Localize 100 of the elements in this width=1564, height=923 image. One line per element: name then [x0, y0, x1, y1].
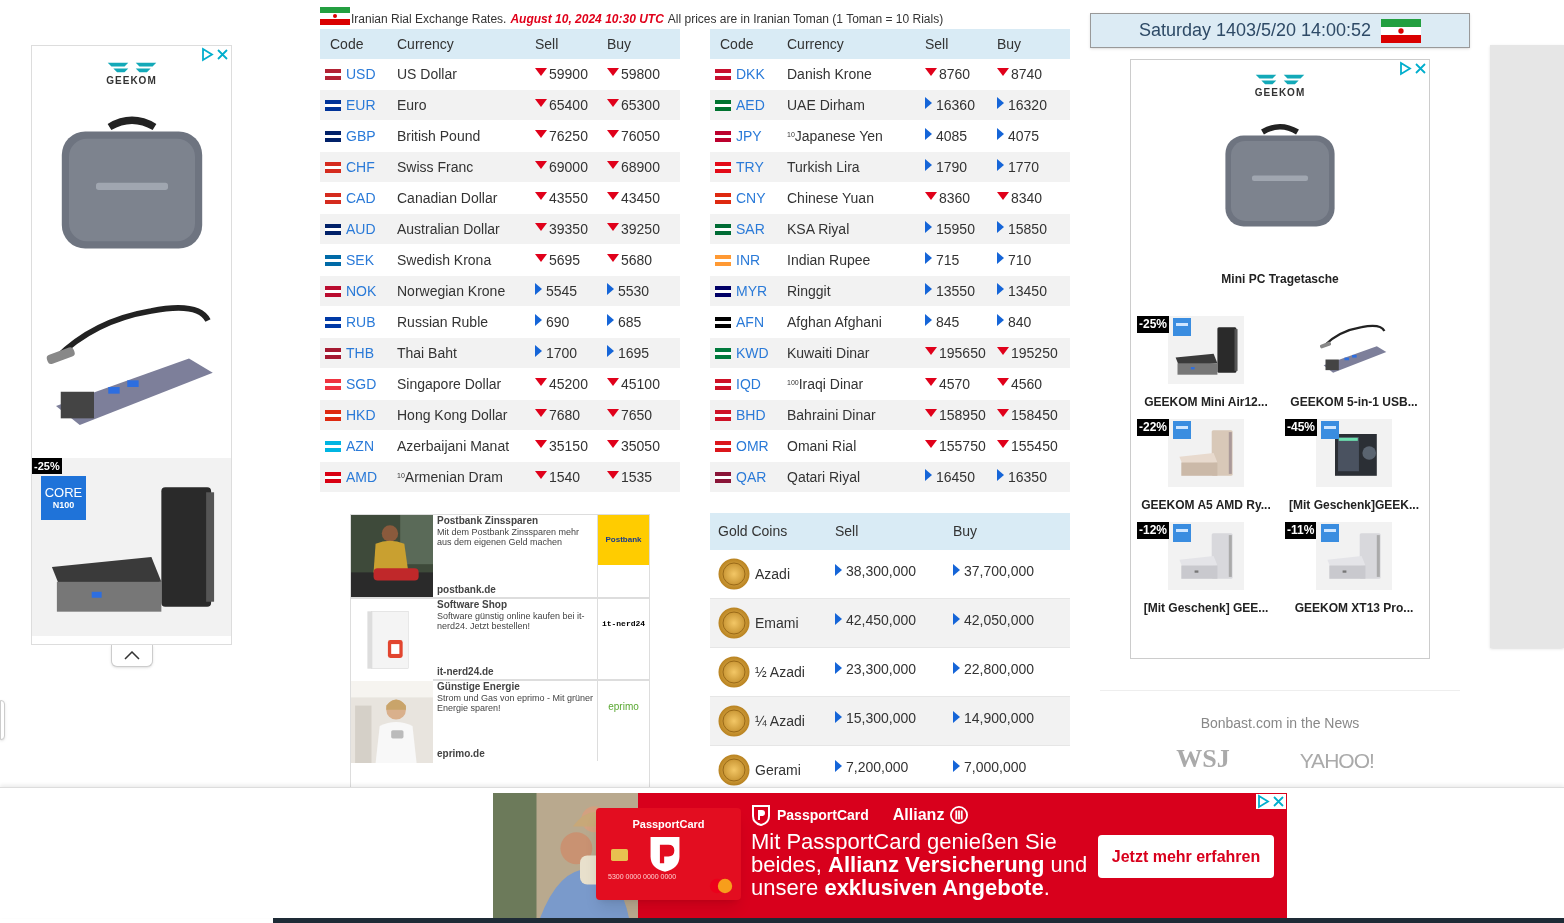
currency-code[interactable]: AED — [736, 94, 765, 116]
ad-card[interactable]: Postbank Zinssparen Mit dem Postbank Zinssparen mehr aus dem eigenen Geld machen postbank.de Postbank — [351, 515, 649, 597]
ad-banner[interactable]: GEEKOM -25% CORE N100 — [31, 45, 232, 645]
close-icon[interactable] — [1413, 61, 1428, 76]
price: 16320 — [1008, 95, 1047, 115]
close-icon[interactable] — [1271, 794, 1286, 809]
price: 715 — [936, 250, 960, 270]
price: 840 — [1008, 312, 1032, 332]
cta-button[interactable]: Jetzt mehr erfahren — [1098, 835, 1274, 878]
currency-code[interactable]: THB — [346, 342, 374, 364]
currency-code[interactable]: NOK — [346, 280, 377, 302]
price: 4075 — [1008, 126, 1040, 146]
price: 15850 — [1008, 219, 1047, 239]
price: 39250 — [621, 219, 660, 239]
currency-code[interactable]: HKD — [346, 404, 376, 426]
currency-name: US Dollar — [397, 64, 458, 84]
product-name[interactable]: GEEKOM XT13 Pro... — [1294, 599, 1414, 617]
ad-domain[interactable]: it-nerd24.de — [437, 666, 595, 679]
discount-badge: -22% — [1137, 419, 1169, 436]
adchoices-icon[interactable] — [200, 47, 215, 62]
currency-code[interactable]: CHF — [346, 156, 375, 178]
price: 158950 — [939, 405, 986, 425]
adchoices-icon[interactable] — [1256, 794, 1271, 809]
currency-code[interactable]: SAR — [736, 218, 765, 240]
price: 39350 — [549, 219, 588, 239]
currency-code[interactable]: BHD — [736, 404, 766, 426]
currency-code[interactable]: TRY — [736, 156, 764, 178]
currency-code[interactable]: IQD — [736, 373, 761, 395]
brand-logo: Allianz — [892, 805, 945, 825]
product-tile[interactable]: -25% GEEKOM Mini Air12... — [1135, 316, 1277, 411]
currency-code[interactable]: EUR — [346, 94, 376, 116]
product-name[interactable]: GEEKOM 5-in-1 USB... — [1290, 393, 1418, 411]
currency-code[interactable]: AZN — [346, 435, 374, 457]
ad-headline: Mit PassportCard genießen Sie beides, Allianz Versicherung und unsere exklusiven Angebote. — [751, 830, 1089, 899]
currency-code[interactable]: AFN — [736, 311, 764, 333]
currency-code[interactable]: CNY — [736, 187, 766, 209]
adchoices-icon[interactable] — [1398, 61, 1413, 76]
currency-code[interactable]: GBP — [346, 125, 376, 147]
column-header: Buy — [607, 34, 633, 54]
column-header: Sell — [535, 34, 560, 54]
currency-name: Euro — [397, 95, 428, 115]
price: 69000 — [549, 157, 588, 177]
discount-badge: -25% — [32, 458, 62, 474]
ad-domain[interactable]: eprimo.de — [437, 748, 595, 761]
product-tile[interactable]: -12% [Mit Geschenk] GEE... — [1135, 522, 1277, 617]
price: 16360 — [936, 95, 975, 115]
currency-name: Canadian Dollar — [397, 188, 499, 208]
currency-code[interactable]: JPY — [736, 125, 762, 147]
currency-code[interactable]: DKK — [736, 63, 765, 85]
product-name[interactable]: GEEKOM Mini Air12... — [1144, 393, 1268, 411]
price: 685 — [618, 312, 642, 332]
price: 35150 — [549, 436, 588, 456]
ad-card[interactable]: Günstige Energie Strom und Gas von eprimo - Mit grüner Energie sparen! eprimo.de eprimo — [351, 679, 649, 761]
currency-name: Qatari Riyal — [787, 467, 862, 487]
chip-model: N100 — [52, 500, 75, 510]
currency-name: Omani Rial — [787, 436, 858, 456]
close-icon[interactable] — [215, 47, 230, 62]
price: 5530 — [618, 281, 650, 301]
price: 76250 — [549, 126, 588, 146]
price: 68900 — [621, 157, 660, 177]
currency-code[interactable]: SEK — [346, 249, 374, 271]
currency-code[interactable]: USD — [346, 63, 376, 85]
currency-code[interactable]: INR — [736, 249, 761, 271]
product-tile[interactable]: -45% [Mit Geschenk]GEEK... — [1283, 419, 1425, 514]
currency-code[interactable]: CAD — [346, 187, 376, 209]
news-logo[interactable]: WSJ — [1176, 746, 1230, 772]
coin-name: Azadi — [755, 564, 791, 584]
ad-card[interactable]: Software Shop Software günstig online kaufen bei it-nerd24. Jetzt bestellen! it-nerd24.de it-nerd24 — [351, 597, 649, 679]
currency-code[interactable]: MYR — [736, 280, 768, 302]
price: 690 — [546, 312, 570, 332]
currency-code[interactable]: OMR — [736, 435, 769, 457]
chip-icon — [1321, 524, 1339, 542]
ad-domain[interactable]: postbank.de — [437, 584, 595, 597]
currency-code[interactable]: QAR — [736, 466, 767, 488]
currency-code[interactable]: SGD — [346, 373, 377, 395]
currency-code[interactable]: AUD — [346, 218, 376, 240]
column-header: Currency — [397, 34, 455, 54]
column-header: Currency — [787, 34, 845, 54]
product-tile[interactable]: -22% GEEKOM A5 AMD Ry... — [1135, 419, 1277, 514]
price: 5680 — [621, 250, 653, 270]
currency-name: Australian Dollar — [397, 219, 501, 239]
collapse-button[interactable] — [110, 645, 153, 667]
product-tile[interactable]: -11% GEEKOM XT13 Pro... — [1283, 522, 1425, 617]
side-tab[interactable] — [0, 700, 5, 740]
product-tile[interactable]: GEEKOM 5-in-1 USB... — [1283, 316, 1425, 411]
currency-name: $^{100}$Iraqi Dinar — [787, 374, 865, 394]
currency-name: Turkish Lira — [787, 157, 861, 177]
currency-code[interactable]: KWD — [736, 342, 769, 364]
product-name[interactable]: [Mit Geschenk]GEEK... — [1289, 496, 1419, 514]
product-name[interactable]: [Mit Geschenk] GEE... — [1143, 599, 1269, 617]
mastercard-icon — [709, 878, 733, 894]
price: 4570 — [939, 374, 971, 394]
shield-icon — [648, 834, 682, 874]
currency-code[interactable]: AMD — [346, 466, 378, 488]
product-name[interactable]: GEEKOM A5 AMD Ry... — [1141, 496, 1271, 514]
currency-name: Singapore Dollar — [397, 374, 503, 394]
news-logo[interactable]: YAHOO! — [1299, 750, 1374, 772]
price: 1695 — [618, 343, 650, 363]
ad-banner[interactable]: GEEKOM Mini PC Tragetasche -25% GEEKOM Mini Air12... GEEKOM 5-in-1 USB... -22% GEEKOM A5 AMD Ry... -45% [Mit Geschenk]GEEK... -12% [Mit Geschenk] GEE... -11% GEEKOM XT13 Pro... — [1130, 59, 1430, 659]
currency-code[interactable]: RUB — [346, 311, 376, 333]
